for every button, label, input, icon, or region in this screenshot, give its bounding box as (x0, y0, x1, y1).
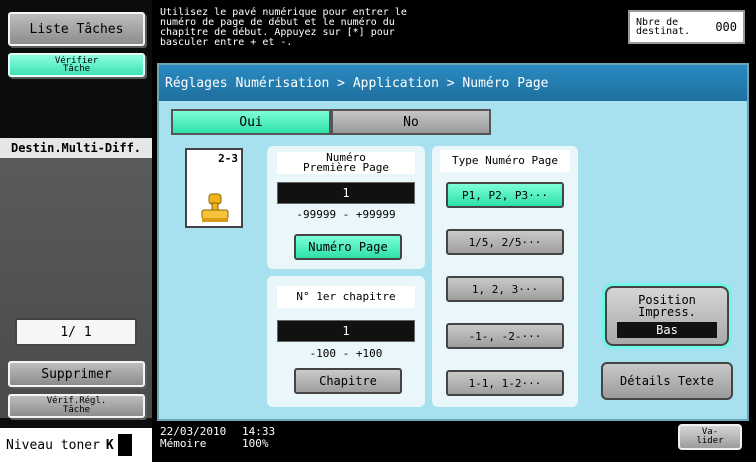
page-counter: 1/ 1 (15, 318, 137, 346)
toner-level: Niveau toner K (0, 428, 152, 462)
liste-taches-button[interactable]: Liste Tâches (8, 12, 145, 46)
type-option-chapter[interactable]: 1-1, 1-2··· (446, 370, 564, 396)
type-option-p1[interactable]: P1, P2, P3··· (446, 182, 564, 208)
chapter-field[interactable]: 1 (277, 320, 415, 342)
position-impress-button[interactable]: Position Impress. Bas (605, 286, 729, 346)
type-title: Type Numéro Page (440, 150, 570, 172)
stamp-icon (201, 193, 229, 222)
verifier-tache-button[interactable]: Vérifier Tâche (8, 53, 145, 77)
type-option-fraction[interactable]: 1/5, 2/5··· (446, 229, 564, 255)
type-option-numeric[interactable]: 1, 2, 3··· (446, 276, 564, 302)
preview-number-label: 2-3 (218, 152, 238, 165)
copier-screen: Liste Tâches Vérifier Tâche Destin.Multi… (0, 0, 756, 462)
toner-label: Niveau toner (6, 437, 100, 453)
page-number-type-group: Type Numéro Page P1, P2, P3··· 1/5, 2/5·… (432, 146, 578, 407)
toggle-no-button[interactable]: No (331, 109, 491, 135)
details-texte-button[interactable]: Détails Texte (601, 362, 733, 400)
chapter-title: N° 1er chapitre (277, 286, 415, 308)
chapter-group: N° 1er chapitre 1 -100 - +100 Chapitre (267, 276, 425, 407)
toner-letter: K (105, 437, 114, 453)
left-panel: Liste Tâches Vérifier Tâche Destin.Multi… (0, 0, 152, 462)
memory-value: 100% (242, 437, 269, 450)
numero-page-button[interactable]: Numéro Page (294, 234, 402, 260)
breadcrumb: Réglages Numérisation > Application > Nu… (159, 65, 747, 101)
supprimer-button[interactable]: Supprimer (8, 361, 145, 387)
destination-count: Nbre de destinat. 000 (628, 10, 745, 44)
destin-multi-diff-label: Destin.Multi-Diff. (0, 138, 152, 158)
toner-bar-icon (117, 434, 132, 456)
verifier-tache-label: Vérifier Tâche (54, 56, 99, 74)
position-label: Position Impress. (638, 293, 696, 319)
numbering-toggle: Oui No (171, 109, 491, 135)
first-page-range: -99999 - +99999 (296, 208, 396, 221)
valider-button[interactable]: Va- lider (678, 424, 742, 450)
memory-label: Mémoire (160, 437, 207, 450)
verif-regl-tache-button[interactable]: Vérif.Régl. Tâche (8, 394, 145, 418)
page-preview: 2-3 (185, 148, 243, 228)
chapter-range: -100 - +100 (309, 347, 383, 360)
valider-label: Va- lider (696, 427, 724, 446)
main-panel: Réglages Numérisation > Application > Nu… (157, 63, 749, 421)
status-footer: 22/03/2010 14:33 Mémoire 100% (160, 426, 324, 450)
type-option-dash[interactable]: -1-, -2-··· (446, 323, 564, 349)
first-page-field[interactable]: 1 (277, 182, 415, 204)
toggle-oui-button[interactable]: Oui (171, 109, 331, 135)
instruction-message: Utilisez le pavé numérique pour entrer l… (160, 7, 407, 48)
position-value: Bas (617, 322, 717, 338)
first-page-title: Numéro Première Page (277, 152, 415, 174)
verif-regl-label: Vérif.Régl. Tâche (46, 396, 107, 415)
dest-count-value: 000 (715, 20, 737, 34)
dest-count-label: Nbre de destinat. (636, 17, 691, 37)
chapitre-button[interactable]: Chapitre (294, 368, 402, 394)
first-page-group: Numéro Première Page 1 -99999 - +99999 N… (267, 146, 425, 269)
